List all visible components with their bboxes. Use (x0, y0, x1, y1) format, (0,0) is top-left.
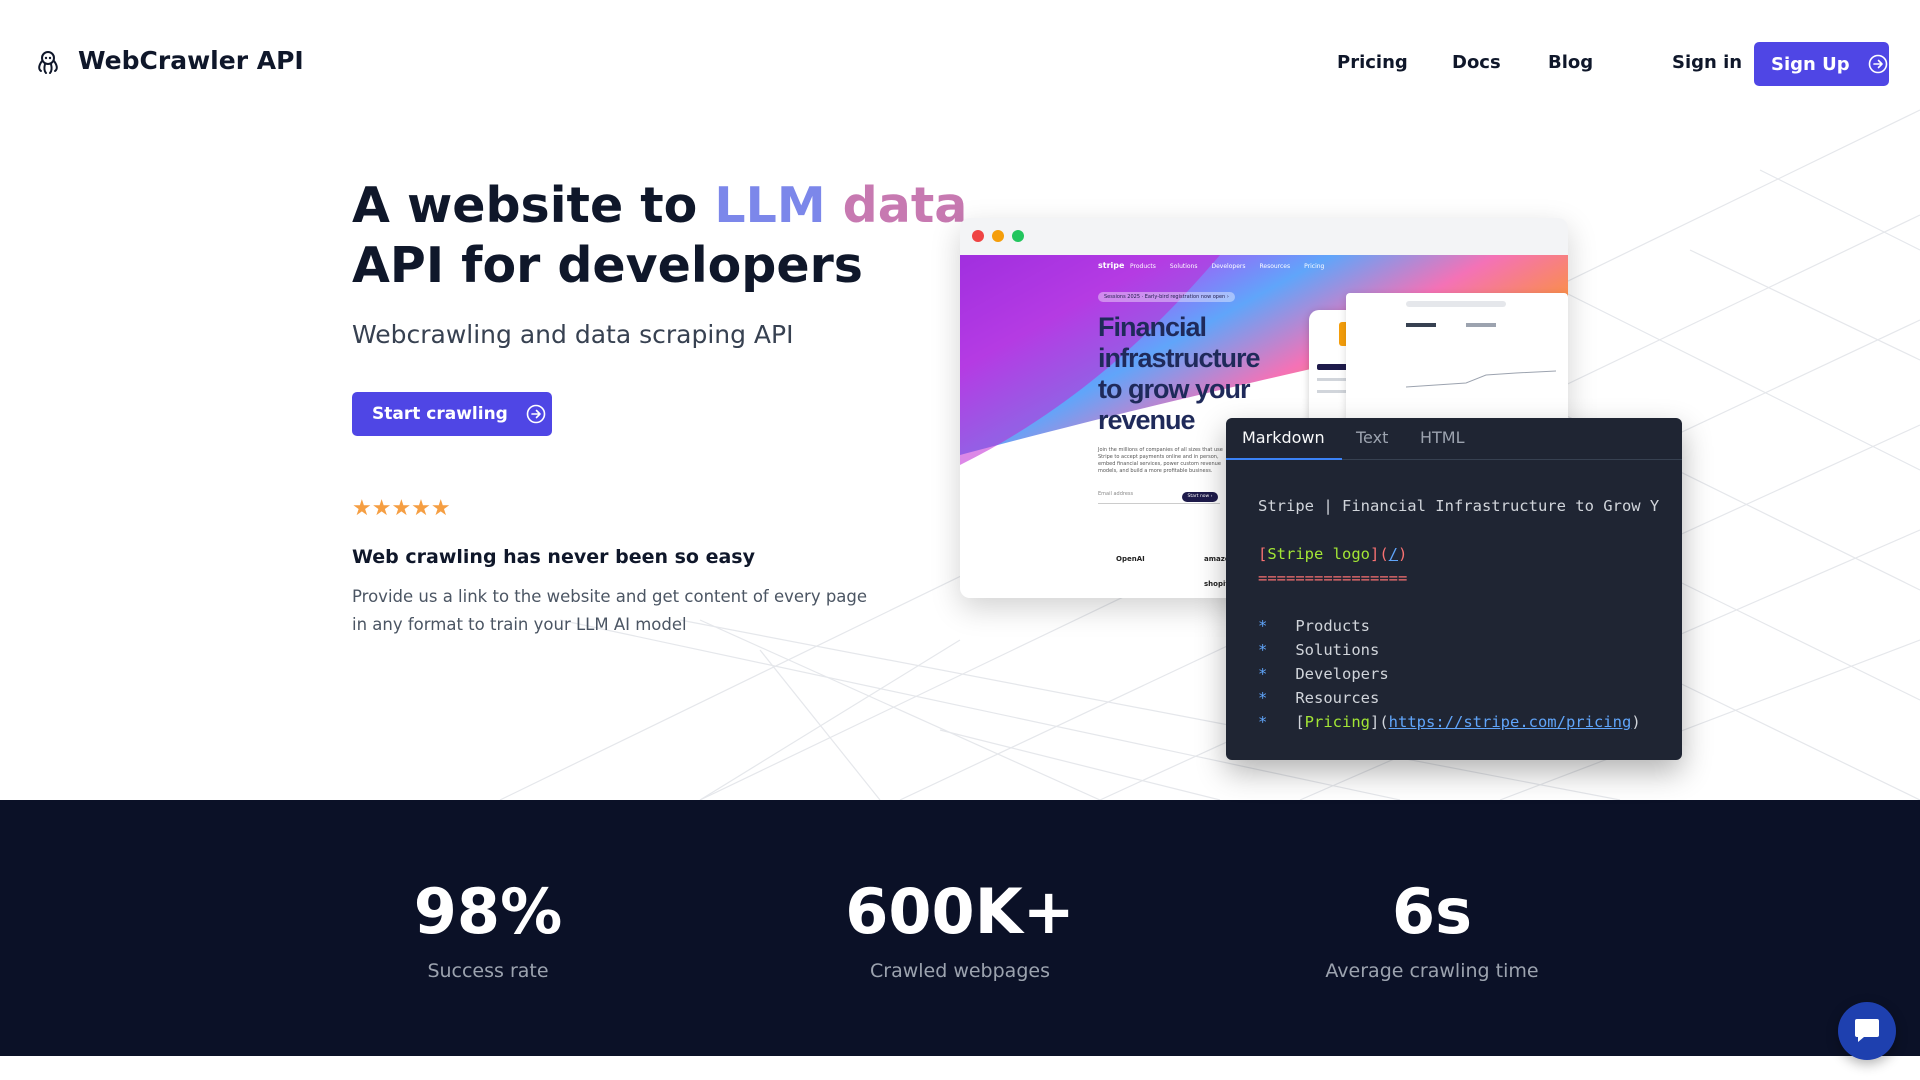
code-preview-panel: Markdown Text HTML Stripe | Financial In… (1226, 418, 1682, 760)
code-item: Developers (1295, 665, 1389, 683)
nav-blog[interactable]: Blog (1548, 52, 1593, 73)
nav-pricing[interactable]: Pricing (1337, 52, 1408, 73)
hero-subtitle: Webcrawling and data scraping API (352, 320, 794, 349)
hero-title-part1: A website to (352, 177, 715, 234)
stripe-nav-item: Pricing (1304, 263, 1325, 270)
code-bracket: [ (1258, 545, 1268, 563)
stripe-nav-item: Developers (1211, 263, 1246, 270)
hero-title-data: data (842, 177, 968, 234)
browser-titlebar (960, 218, 1568, 255)
rating-stars: ★★★★★ (352, 496, 451, 521)
code-logo-label: Stripe logo (1267, 545, 1370, 563)
stripe-headline-line: infrastructure (1098, 343, 1261, 373)
code-pricing-label: Pricing (1304, 713, 1370, 731)
hero-title: A website to LLM data API for developers (352, 176, 967, 296)
code-bracket: ]( (1370, 545, 1389, 563)
nav-docs[interactable]: Docs (1452, 52, 1501, 73)
signup-label: Sign Up (1771, 53, 1850, 75)
stat-value: 98% (413, 875, 563, 948)
stat-label: Crawled webpages (870, 960, 1050, 982)
tab-text[interactable]: Text (1356, 428, 1388, 447)
stripe-announcement: Sessions 2025 · Early-bird registration … (1098, 292, 1235, 302)
tab-markdown[interactable]: Markdown (1242, 428, 1325, 447)
stripe-logo: stripe (1098, 261, 1125, 270)
stat-label: Average crawling time (1325, 960, 1539, 982)
stat-success-rate: 98% Success rate (288, 875, 688, 983)
site-header: WebCrawler API Pricing Docs Blog Sign in… (0, 0, 1920, 127)
chat-bubble-icon (1855, 1019, 1879, 1042)
code-bullet: * (1258, 689, 1268, 707)
stripe-nav-item: Resources (1259, 263, 1291, 270)
code-item: Products (1295, 617, 1370, 635)
stat-crawled-pages: 600K+ Crawled webpages (760, 875, 1160, 983)
arrow-right-circle-icon (1868, 54, 1887, 74)
stat-value: 600K+ (845, 875, 1075, 948)
dashboard-mockup (1346, 293, 1568, 433)
signin-link[interactable]: Sign in (1672, 52, 1742, 73)
start-crawling-button[interactable]: Start crawling (352, 392, 552, 436)
code-pricing-url[interactable]: https://stripe.com/pricing (1389, 713, 1632, 731)
logo-text: WebCrawler API (78, 46, 304, 75)
stat-label: Success rate (427, 960, 549, 982)
code-bracket: ) (1398, 545, 1408, 563)
feature-description: Provide us a link to the website and get… (352, 587, 868, 634)
stripe-start-button: Start now › (1182, 492, 1218, 502)
stats-section: 98% Success rate 600K+ Crawled webpages … (0, 800, 1920, 1056)
code-bullet: * (1258, 641, 1268, 659)
logo[interactable]: WebCrawler API (34, 46, 304, 75)
hero-title-llm: LLM (714, 177, 826, 234)
stripe-headline-line: Financial (1098, 312, 1207, 342)
minimize-dot-icon (992, 230, 1004, 242)
hero-title-line2: API for developers (352, 237, 863, 294)
code-item: Resources (1295, 689, 1380, 707)
maximize-dot-icon (1012, 230, 1024, 242)
markdown-output: Stripe | Financial Infrastructure to Gro… (1258, 497, 1660, 731)
code-line-title: Stripe | Financial Infrastructure to Gro… (1258, 497, 1660, 515)
start-crawling-label: Start crawling (372, 404, 508, 424)
stripe-nav-item: Solutions (1169, 263, 1198, 270)
code-bullet: * (1258, 665, 1268, 683)
signup-button[interactable]: Sign Up (1754, 42, 1889, 86)
tab-html[interactable]: HTML (1420, 428, 1465, 447)
chat-widget-button[interactable] (1838, 1002, 1896, 1060)
stripe-nav-item: Products (1130, 263, 1156, 270)
arrow-right-circle-icon (526, 404, 546, 424)
code-bullet: * (1258, 713, 1268, 731)
octopus-icon (38, 50, 58, 74)
brand-openai: OpenAI (1116, 555, 1145, 563)
stat-crawl-time: 6s Average crawling time (1232, 875, 1632, 983)
code-logo-url[interactable]: / (1389, 545, 1398, 563)
stripe-nav: Products Solutions Developers Resources … (1130, 263, 1324, 270)
stripe-headline-line: to grow your (1098, 374, 1250, 404)
code-item: Solutions (1295, 641, 1380, 659)
stripe-description: Join the millions of companies of all si… (1098, 447, 1223, 474)
stat-value: 6s (1391, 875, 1473, 948)
active-tab-indicator (1226, 458, 1342, 460)
code-bullet: * (1258, 617, 1268, 635)
close-dot-icon (972, 230, 984, 242)
format-tabs: Markdown Text HTML (1226, 418, 1682, 460)
feature-title: Web crawling has never been so easy (352, 546, 755, 568)
code-underline: ================ (1258, 569, 1408, 587)
